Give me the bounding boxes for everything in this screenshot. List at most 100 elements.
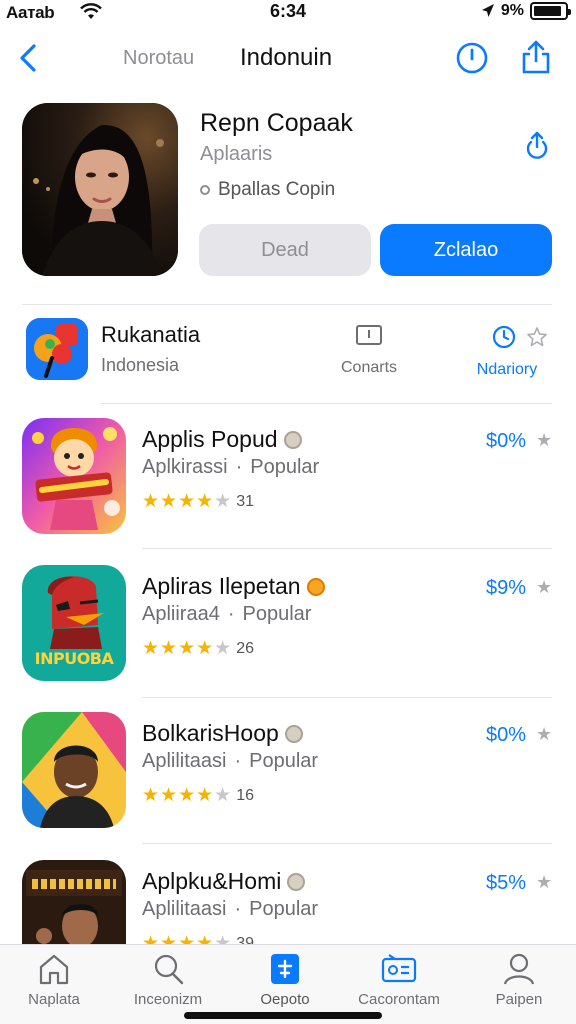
tab-arcade[interactable]: Cacorontam xyxy=(339,953,459,1008)
app-category: Aplkirassi xyxy=(142,456,228,478)
divider xyxy=(142,697,552,698)
featured-card: Repn Copaak Aplaaris Bpallas Copin Dead … xyxy=(0,103,576,283)
region-app-icon xyxy=(26,318,88,380)
badge-icon xyxy=(284,724,303,743)
rating-stars: ★★★★★ xyxy=(142,785,233,806)
divider xyxy=(142,548,552,549)
separator: · xyxy=(235,456,243,478)
emoji-badge-icon xyxy=(306,577,325,596)
app-rating: ★★★★★ 26 xyxy=(142,637,254,660)
profile-icon xyxy=(503,953,535,985)
tab-apps[interactable]: Oepoto xyxy=(225,953,345,1008)
app-icon: INPUOBA xyxy=(22,565,126,681)
rating-count: 26 xyxy=(236,639,254,657)
developer-label: Bpallas Copin xyxy=(218,179,336,200)
clock-icon[interactable] xyxy=(455,41,489,75)
tab-search[interactable]: Inceonizm xyxy=(108,953,228,1008)
separator: · xyxy=(234,750,242,772)
tab-label: Paipen xyxy=(495,991,543,1008)
app-meta: Aplilitaasi · Popular xyxy=(142,898,318,921)
divider xyxy=(22,304,552,305)
app-price-button[interactable]: $0% xyxy=(486,430,526,453)
app-name-label: BolkarisHoop xyxy=(142,720,279,746)
app-tag: Popular xyxy=(249,750,319,772)
app-price-button[interactable]: $0% xyxy=(486,724,526,747)
app-name: BolkarisHoop xyxy=(142,720,303,747)
region-title: Rukanatia xyxy=(101,322,201,347)
secondary-button[interactable]: Dead xyxy=(199,224,371,276)
status-right: 9% xyxy=(481,2,571,20)
app-name-label: Applis Popud xyxy=(142,426,278,452)
badge-icon xyxy=(283,430,302,449)
page-title: Indonuin xyxy=(240,44,333,71)
share-icon[interactable] xyxy=(522,131,552,161)
tab-home[interactable]: Naplata xyxy=(0,953,114,1008)
rating-count: 31 xyxy=(236,492,254,510)
app-row[interactable]: Applis Popud Aplkirassi · Popular ★★★★★ 31… xyxy=(0,418,576,538)
region-row[interactable]: Rukanatia Indonesia Conarts Ndariory xyxy=(0,318,576,384)
star-icon[interactable]: ★ xyxy=(536,577,552,598)
star-icon[interactable]: ★ xyxy=(536,430,552,451)
developer-dot-icon xyxy=(200,185,210,195)
arcade-icon xyxy=(381,954,417,983)
separator: · xyxy=(234,898,242,920)
tab-label: Cacorontam xyxy=(358,991,440,1008)
home-icon xyxy=(39,954,69,985)
charts-button[interactable]: Conarts xyxy=(336,324,402,377)
tab-label: Oepoto xyxy=(260,991,310,1008)
app-category: Aplilitaasi xyxy=(142,750,227,772)
divider xyxy=(142,843,552,844)
app-price-button[interactable]: $5% xyxy=(486,872,526,895)
badge-icon xyxy=(287,872,306,891)
separator: · xyxy=(227,603,235,625)
share-icon[interactable] xyxy=(519,39,553,75)
featured-title: Repn Copaak xyxy=(200,109,353,137)
app-name-label: Aplpku&Homi xyxy=(142,868,282,894)
battery-icon xyxy=(530,2,571,20)
app-name: Applis Popud xyxy=(142,426,302,453)
divider xyxy=(101,403,552,404)
tab-label: Inceonizm xyxy=(133,991,203,1008)
app-tag: Popular xyxy=(250,456,320,478)
app-meta: Aplkirassi · Popular xyxy=(142,456,319,479)
featured-developer[interactable]: Bpallas Copin xyxy=(200,179,335,201)
region-country: Indonesia xyxy=(101,355,180,375)
app-price-button[interactable]: $9% xyxy=(486,577,526,600)
featured-subtitle: Aplaaris xyxy=(200,143,273,165)
rating-stars: ★★★★★ xyxy=(142,491,233,512)
app-icon xyxy=(22,712,126,828)
featured-photo[interactable] xyxy=(22,103,178,276)
nav-bar: Norotau Indonuin xyxy=(0,30,576,86)
app-meta: Aplilitaasi · Popular xyxy=(142,750,318,773)
app-tag: Popular xyxy=(242,603,312,625)
rating-count: 16 xyxy=(236,786,254,804)
chevron-left-icon[interactable] xyxy=(14,42,44,74)
app-meta: Apliiraa4 · Popular xyxy=(142,603,311,626)
app-category: Aplilitaasi xyxy=(142,898,227,920)
star-icon[interactable]: ★ xyxy=(536,724,552,745)
star-icon[interactable]: ★ xyxy=(536,872,552,893)
tab-profile[interactable]: Paipen xyxy=(459,953,576,1008)
charts-icon xyxy=(356,325,382,345)
app-row[interactable]: INPUOBA Apliras Ilepetan Apliiraa4 · Popul… xyxy=(0,565,576,685)
portrait-image xyxy=(22,103,178,276)
app-row[interactable]: BolkarisHoop Aplilitaasi · Popular ★★★★★ 1… xyxy=(0,712,576,832)
app-category: Apliiraa4 xyxy=(142,603,220,625)
location-icon xyxy=(481,4,494,17)
search-icon xyxy=(154,954,184,985)
star-outline-icon xyxy=(527,327,547,347)
app-rating: ★★★★★ 16 xyxy=(142,784,254,807)
primary-button[interactable]: Zclalao xyxy=(380,224,552,276)
history-label: Ndariory xyxy=(476,361,538,378)
rating-stars: ★★★★★ xyxy=(142,638,233,659)
battery-label: 9% xyxy=(500,2,524,19)
app-name-label: Apliras Ilepetan xyxy=(142,573,301,599)
charts-label: Conarts xyxy=(340,359,398,376)
nav-subtitle[interactable]: Norotau xyxy=(123,47,194,70)
app-name: Apliras Ilepetan xyxy=(142,573,325,600)
app-icon xyxy=(22,418,126,534)
home-indicator[interactable] xyxy=(184,1012,382,1019)
history-button[interactable]: Ndariory xyxy=(462,324,552,379)
tab-label: Naplata xyxy=(28,991,80,1008)
apps-icon xyxy=(271,954,299,984)
